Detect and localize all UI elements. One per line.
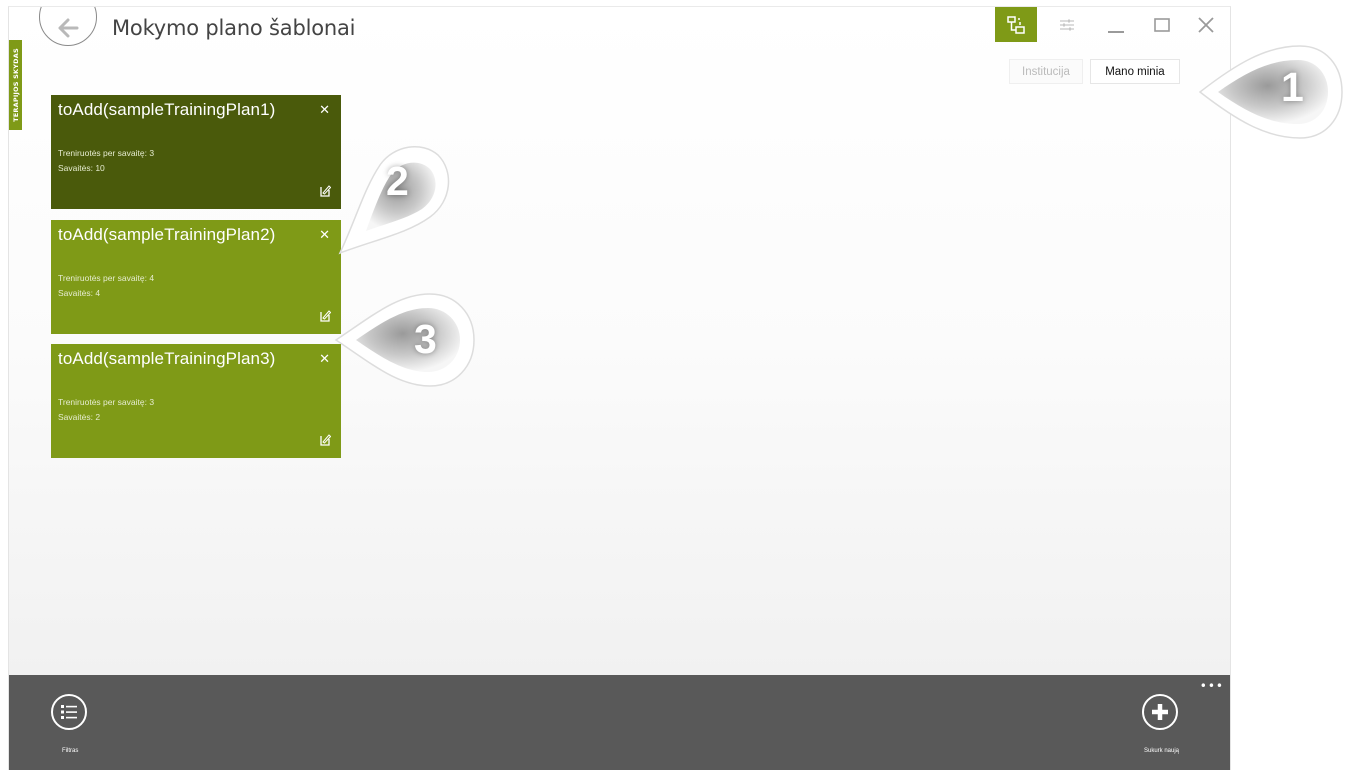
hierarchy-view-button[interactable] <box>995 7 1037 42</box>
plan-title: toAdd(sampleTrainingPlan3) <box>58 349 276 368</box>
plan-card[interactable]: toAdd(sampleTrainingPlan2) ✕ Treniruotės… <box>51 220 341 334</box>
filter-button[interactable] <box>51 694 87 730</box>
maximize-icon <box>1154 17 1170 32</box>
close-icon <box>1198 16 1214 33</box>
plan-weeks: Savaitės: 2 <box>58 412 101 422</box>
close-button[interactable] <box>1189 7 1223 42</box>
more-button[interactable]: ••• <box>1200 679 1224 693</box>
therapy-panel-tab[interactable]: TERAPIJOS SKYDAS <box>9 40 22 130</box>
app-window: TERAPIJOS SKYDAS Mokymo plano šablonai I… <box>8 6 1231 770</box>
callout-3-bubble <box>334 293 475 387</box>
plan-details: Treniruotės per savaitę: 3 Savaitės: 2 <box>58 395 154 425</box>
plan-card[interactable]: toAdd(sampleTrainingPlan3) ✕ Treniruotės… <box>51 344 341 458</box>
therapy-panel-label: TERAPIJOS SKYDAS <box>11 48 20 122</box>
callout-1-number: 1 <box>1281 64 1304 110</box>
plus-icon <box>1152 704 1168 720</box>
plan-details: Treniruotės per savaitę: 4 Savaitės: 4 <box>58 271 154 301</box>
list-icon <box>61 705 77 719</box>
scope-institution-button[interactable]: Institucija <box>1009 59 1083 84</box>
filter-label: Filtras <box>62 748 79 754</box>
delete-icon[interactable]: ✕ <box>319 228 330 243</box>
sliders-icon <box>1060 19 1074 30</box>
plan-details: Treniruotės per savaitę: 3 Savaitės: 10 <box>58 146 154 176</box>
bottom-app-bar: ••• Filtras Sukurk naują <box>9 675 1230 770</box>
callout-1-bubble <box>1198 45 1343 139</box>
arrow-left-icon <box>58 18 79 38</box>
minimize-button[interactable] <box>1099 7 1133 42</box>
maximize-button[interactable] <box>1145 7 1179 42</box>
edit-icon[interactable] <box>319 307 332 326</box>
plan-card[interactable]: toAdd(sampleTrainingPlan1) ✕ Treniruotės… <box>51 95 341 209</box>
callout-3-number: 3 <box>414 316 437 362</box>
plan-title: toAdd(sampleTrainingPlan1) <box>58 100 276 119</box>
delete-icon[interactable]: ✕ <box>319 352 330 367</box>
plan-weeks: Savaitės: 10 <box>58 163 105 173</box>
plan-weeks: Savaitės: 4 <box>58 288 101 298</box>
settings-button[interactable] <box>1050 7 1084 42</box>
edit-icon[interactable] <box>319 182 332 201</box>
plan-per-week: Treniruotės per savaitę: 3 <box>58 397 155 407</box>
edit-icon[interactable] <box>319 431 332 450</box>
back-button[interactable] <box>39 7 97 46</box>
callout-2-number: 2 <box>386 158 409 204</box>
create-new-label: Sukurk naują <box>1144 748 1180 754</box>
scope-toggle: Institucija Mano minia <box>1009 59 1180 84</box>
hierarchy-icon <box>1007 15 1025 34</box>
plan-title: toAdd(sampleTrainingPlan2) <box>58 225 276 244</box>
create-new-button[interactable] <box>1142 694 1178 730</box>
plan-per-week: Treniruotės per savaitę: 3 <box>58 148 155 158</box>
delete-icon[interactable]: ✕ <box>319 103 330 118</box>
minimize-icon <box>1108 30 1124 33</box>
page-title: Mokymo plano šablonai <box>112 16 356 40</box>
scope-my-crowd-button[interactable]: Mano minia <box>1089 59 1180 84</box>
plan-per-week: Treniruotės per savaitę: 4 <box>58 273 155 283</box>
